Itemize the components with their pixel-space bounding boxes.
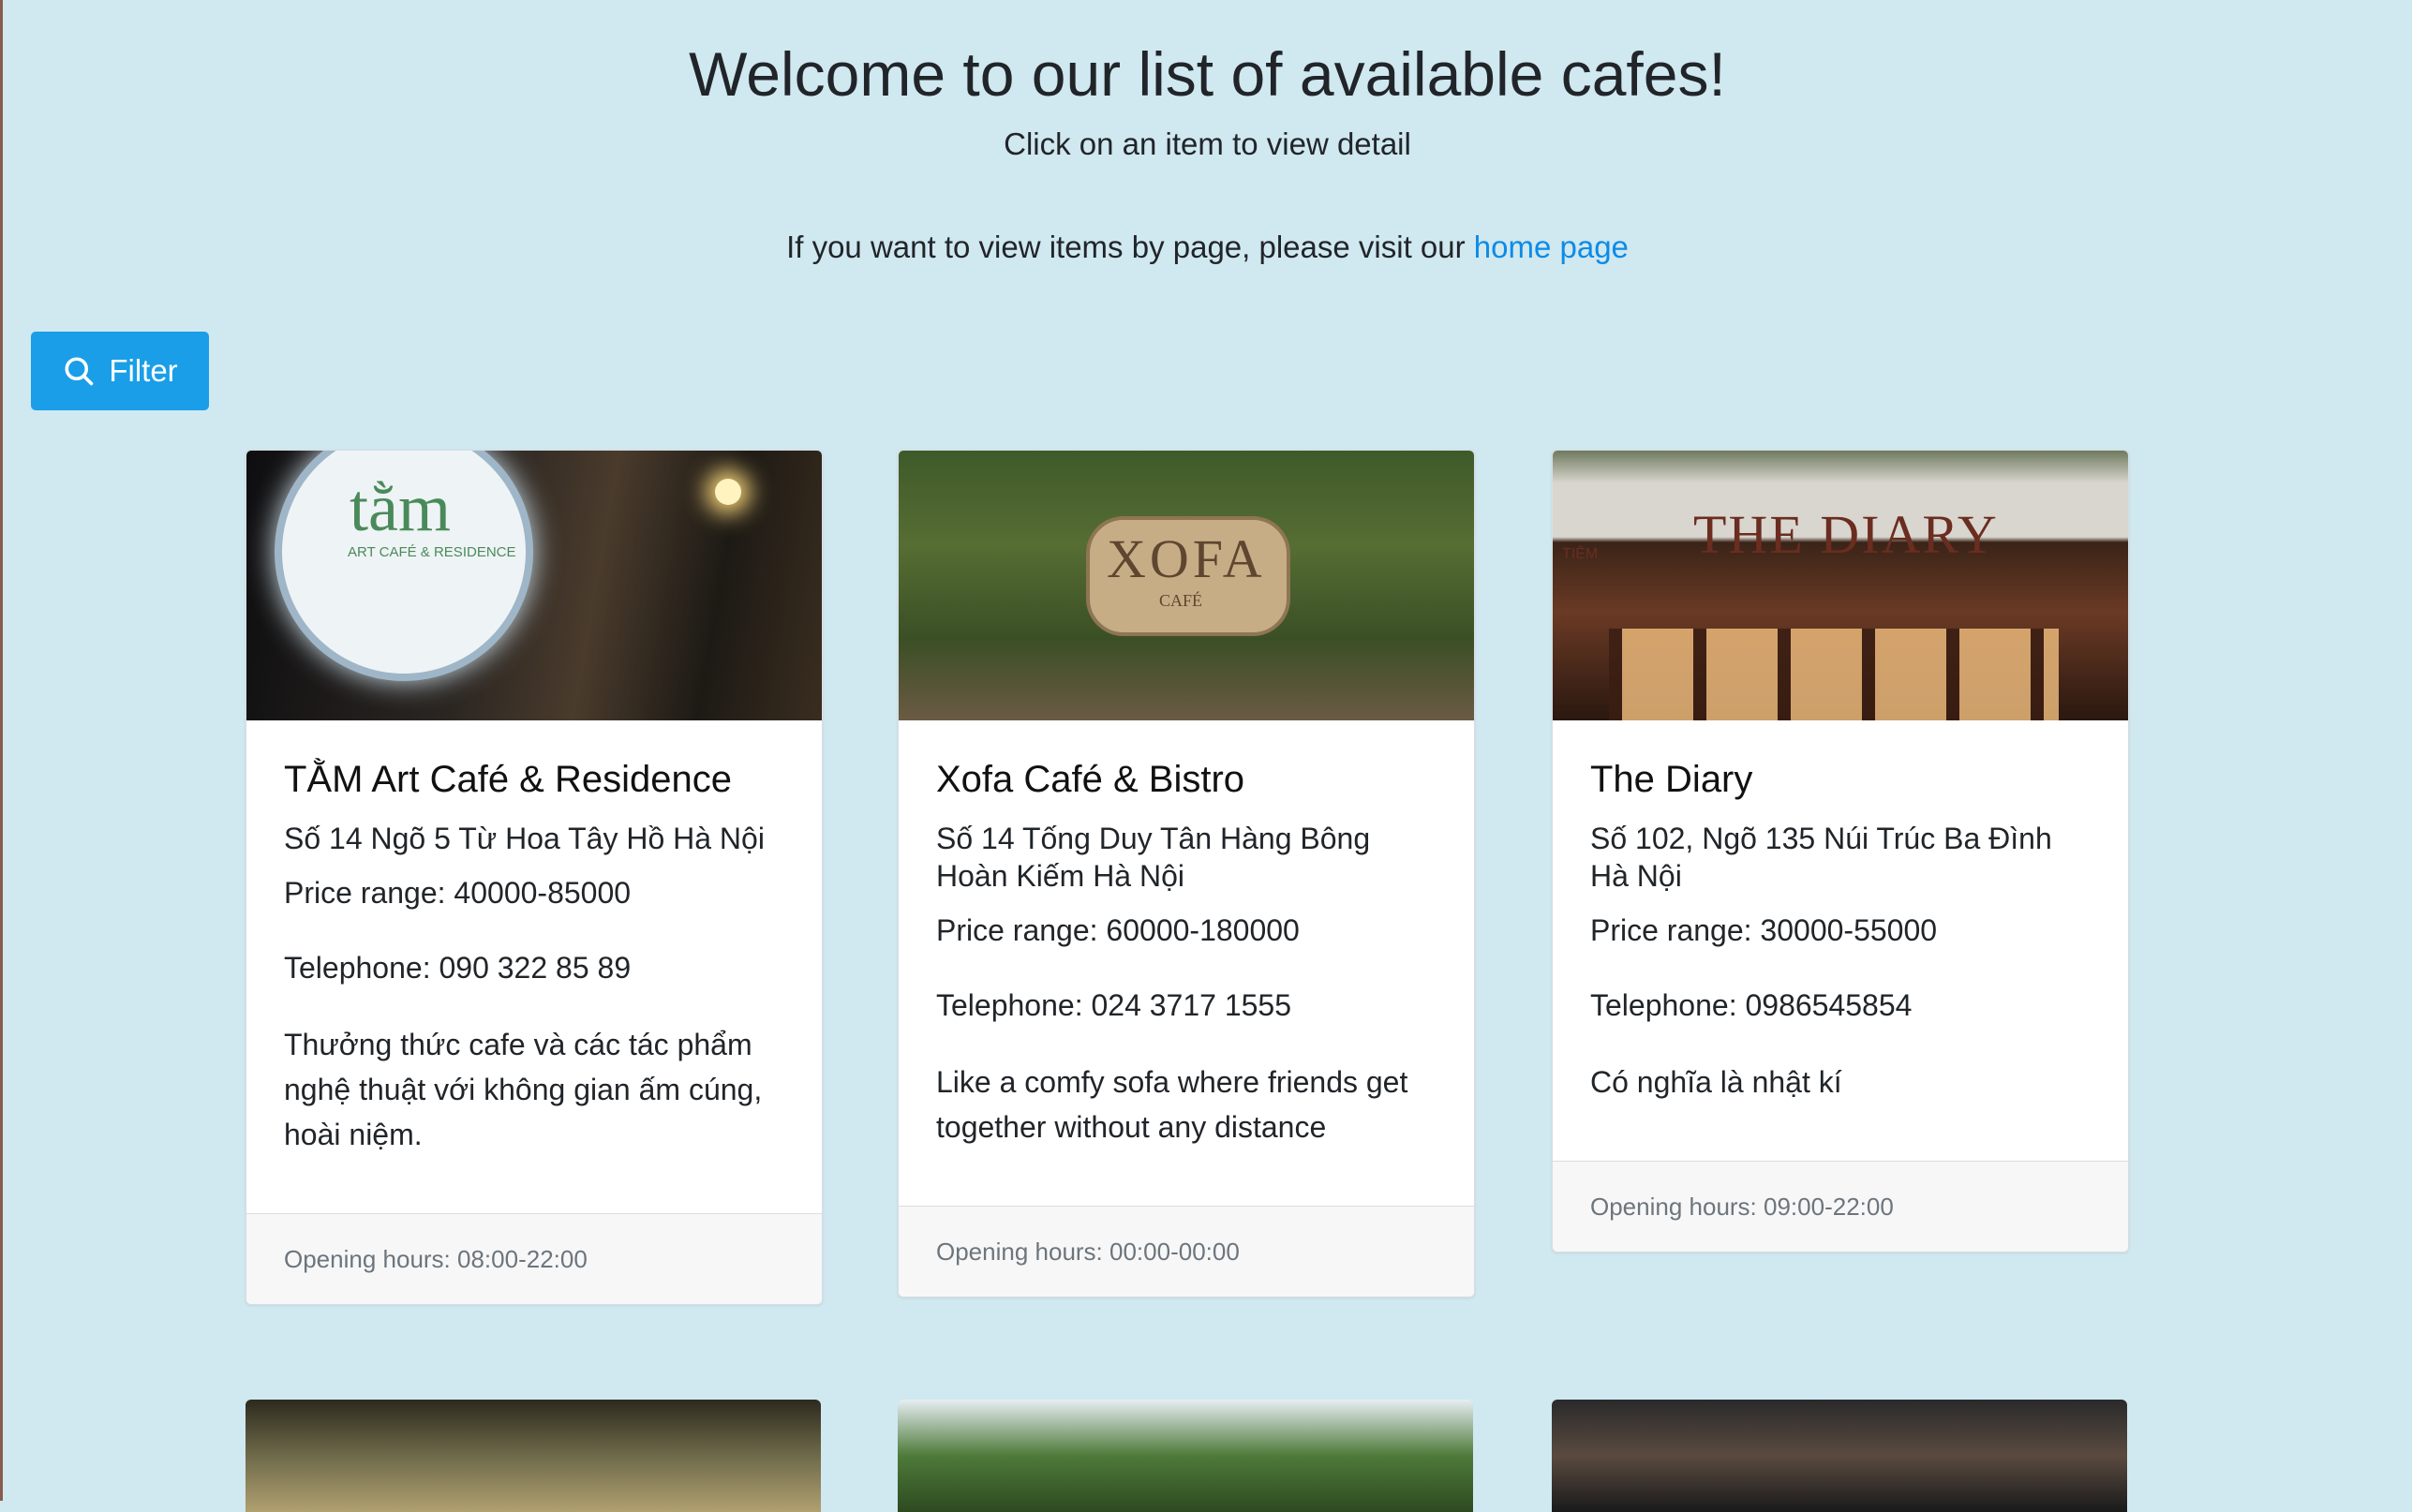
cafe-card[interactable]: XOFA CAFÉ Xofa Café & Bistro Số 14 Tống …	[898, 450, 1475, 1297]
cafe-description: Thưởng thức cafe và các tác phẩm nghệ th…	[284, 1028, 763, 1151]
cafe-name: Xofa Café & Bistro	[936, 759, 1245, 800]
cafe-address: Số 14 Ngõ 5 Từ Hoa Tây Hồ Hà Nội	[284, 822, 765, 855]
sign-subtext: TIỆM	[1562, 546, 1599, 562]
card-footer: Opening hours: 00:00-00:00	[899, 1206, 1474, 1297]
cafe-image: THE DIARY TIỆM	[1553, 451, 2128, 720]
sign-subtext: CAFÉ	[1159, 591, 1203, 610]
filter-label: Filter	[109, 353, 178, 388]
cafe-hours: Opening hours: 00:00-00:00	[936, 1237, 1240, 1266]
cafe-image: XOFA CAFÉ	[899, 451, 1474, 720]
cafe-image: tằm ART CAFÉ & RESIDENCE	[246, 451, 822, 720]
cafe-price: Price range: 40000-85000	[284, 876, 632, 910]
search-icon	[65, 357, 94, 386]
cafe-address: Số 102, Ngõ 135 Núi Trúc Ba Đình Hà Nội	[1590, 822, 2052, 893]
cafe-card-partial[interactable]	[246, 1400, 821, 1512]
cafe-name: The Diary	[1590, 759, 1753, 800]
cafe-telephone: Telephone: 090 322 85 89	[284, 951, 632, 985]
cafe-price: Price range: 30000-55000	[1590, 913, 1938, 947]
cafe-telephone: Telephone: 024 3717 1555	[936, 988, 1292, 1022]
cafe-hours: Opening hours: 09:00-22:00	[1590, 1192, 1894, 1221]
sign-text: tằm	[350, 470, 451, 545]
cafe-telephone: Telephone: 0986545854	[1590, 988, 1913, 1022]
cafe-name: TẰM Art Café & Residence	[284, 759, 732, 800]
sign-text: THE DIARY	[1693, 504, 1999, 565]
lamp-light	[715, 479, 741, 505]
cafe-card[interactable]: tằm ART CAFÉ & RESIDENCE TẰM Art Café & …	[246, 450, 823, 1305]
page-subtitle: Click on an item to view detail	[1004, 126, 1411, 161]
cafe-hours: Opening hours: 08:00-22:00	[284, 1244, 588, 1273]
filter-button[interactable]: Filter	[31, 332, 209, 410]
windows-shape	[1609, 629, 2059, 720]
card-footer: Opening hours: 08:00-22:00	[246, 1213, 822, 1304]
card-footer: Opening hours: 09:00-22:00	[1553, 1161, 2128, 1252]
visit-note: If you want to view items by page, pleas…	[3, 229, 2412, 266]
card-body: Xofa Café & Bistro Số 14 Tống Duy Tân Hà…	[899, 720, 1474, 1206]
cafe-card-partial[interactable]	[1552, 1400, 2127, 1512]
sign-text: XOFA	[1107, 528, 1266, 589]
visit-note-text: If you want to view items by page, pleas…	[786, 230, 1474, 264]
card-body: The Diary Số 102, Ngõ 135 Núi Trúc Ba Đì…	[1553, 720, 2128, 1161]
cafe-card-partial[interactable]	[898, 1400, 1473, 1512]
cafe-card[interactable]: THE DIARY TIỆM The Diary Số 102, Ngõ 135…	[1552, 450, 2129, 1253]
cafe-price: Price range: 60000-180000	[936, 913, 1300, 947]
card-body: TẰM Art Café & Residence Số 14 Ngõ 5 Từ …	[246, 720, 822, 1213]
cafe-description: Có nghĩa là nhật kí	[1590, 1065, 1842, 1099]
cafe-address: Số 14 Tống Duy Tân Hàng Bông Hoàn Kiếm H…	[936, 822, 1371, 893]
page-header: Welcome to our list of available cafes! …	[3, 0, 2412, 266]
sign-subtext: ART CAFÉ & RESIDENCE	[348, 544, 516, 560]
cafe-description: Like a comfy sofa where friends get toge…	[936, 1065, 1408, 1144]
home-page-link[interactable]: home page	[1474, 230, 1629, 264]
page-title: Welcome to our list of available cafes!	[689, 39, 1726, 109]
